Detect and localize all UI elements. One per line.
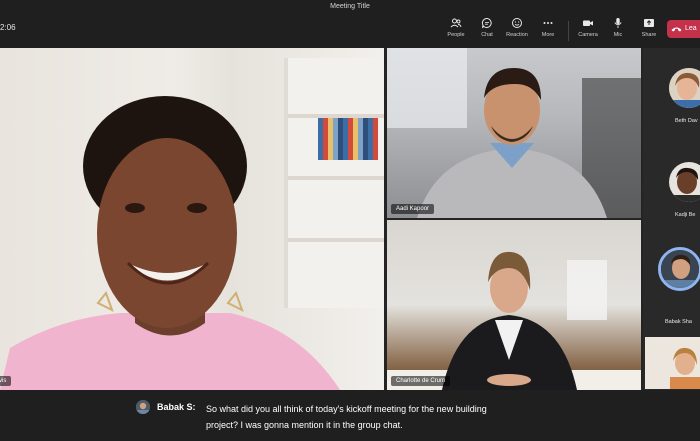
caption-text: So what did you all think of today's kic…	[206, 401, 546, 433]
avatar	[136, 400, 150, 414]
people-label: People	[447, 32, 465, 38]
roster-name: Beth Dav	[675, 118, 698, 124]
roster-name: Babak Sha	[665, 319, 692, 325]
tile-name-tag: Charlotte de Crum	[391, 376, 451, 386]
video-tile-charlotte-de-crum[interactable]: Charlotte de Crum	[387, 220, 641, 390]
caption-line: project? I was gonna mention it in the g…	[206, 420, 403, 430]
main-tile-name-tag: vis	[0, 376, 12, 386]
toolbar-divider	[568, 21, 569, 41]
avatar	[669, 162, 700, 202]
camera-icon	[583, 20, 593, 26]
video-stage: vis Aadi Kapoor Charlotte de Crum Beth D…	[0, 48, 700, 390]
roster-item[interactable]: Beth Dav	[643, 62, 700, 140]
chat-icon	[481, 17, 492, 29]
roster-item-active[interactable]: Babak Sha	[643, 241, 700, 325]
video-tile-aadi-kapoor[interactable]: Aadi Kapoor	[387, 48, 641, 218]
reaction-label: Reaction	[506, 32, 528, 38]
roster-name: Kadji Be	[675, 212, 696, 218]
reaction-button[interactable]: Reaction	[502, 17, 532, 45]
tile-name-tag: Aadi Kapoor	[391, 204, 435, 214]
main-video-tile[interactable]: vis	[0, 48, 384, 390]
more-icon	[543, 22, 553, 24]
camera-button[interactable]: Camera	[573, 17, 603, 45]
avatar	[669, 68, 700, 108]
mic-label: Mic	[613, 32, 623, 38]
avatar	[645, 337, 700, 389]
avatar	[658, 247, 700, 291]
participant-video-man	[387, 48, 641, 218]
window-title: Meeting Title	[0, 0, 700, 13]
share-label: Share	[641, 32, 657, 38]
participant-video-woman-2	[387, 251, 641, 390]
meeting-toolbar: 2:06 People Chat Reaction More Camera Mi…	[0, 13, 700, 48]
people-icon	[450, 18, 462, 28]
participant-roster: Beth Dav Kadji Be Babak Sha	[643, 48, 700, 390]
more-button[interactable]: More	[533, 17, 563, 45]
live-captions: Babak S: So what did you all think of to…	[0, 390, 700, 441]
phone-hangup-icon	[671, 27, 682, 32]
more-label: More	[541, 32, 555, 38]
caption-speaker: Babak S:	[157, 402, 196, 412]
caption-line: So what did you all think of today's kic…	[206, 404, 487, 414]
share-icon	[644, 19, 654, 27]
roster-item[interactable]: Kadji Be	[643, 154, 700, 232]
meeting-timer: 2:06	[0, 23, 16, 32]
mic-button[interactable]: Mic	[603, 17, 633, 45]
chat-button[interactable]: Chat	[472, 17, 502, 45]
leave-button[interactable]: Lea	[667, 20, 700, 38]
leave-label: Lea	[685, 25, 697, 32]
share-button[interactable]: Share	[634, 17, 664, 45]
people-button[interactable]: People	[441, 17, 471, 45]
mic-icon	[614, 18, 622, 28]
chat-label: Chat	[481, 32, 493, 38]
camera-label: Camera	[578, 32, 598, 38]
participant-video-woman	[0, 96, 340, 390]
reaction-icon	[512, 18, 522, 28]
